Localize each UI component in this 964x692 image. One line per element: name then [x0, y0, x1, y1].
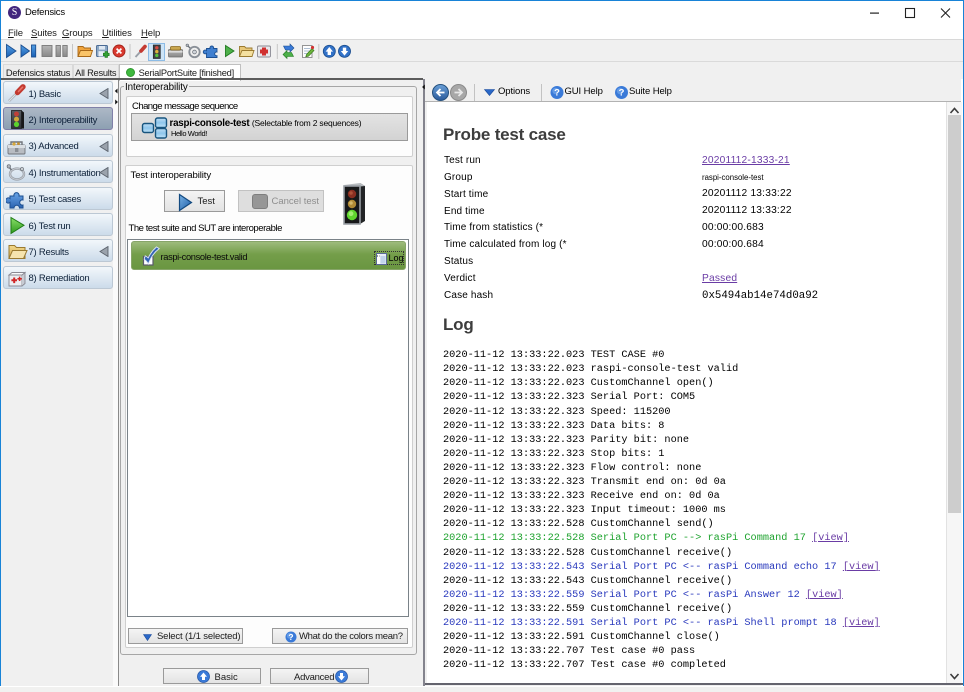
svg-text:?: ?: [619, 87, 625, 98]
svg-text:?: ?: [554, 87, 560, 98]
svg-text:?: ?: [288, 632, 293, 642]
